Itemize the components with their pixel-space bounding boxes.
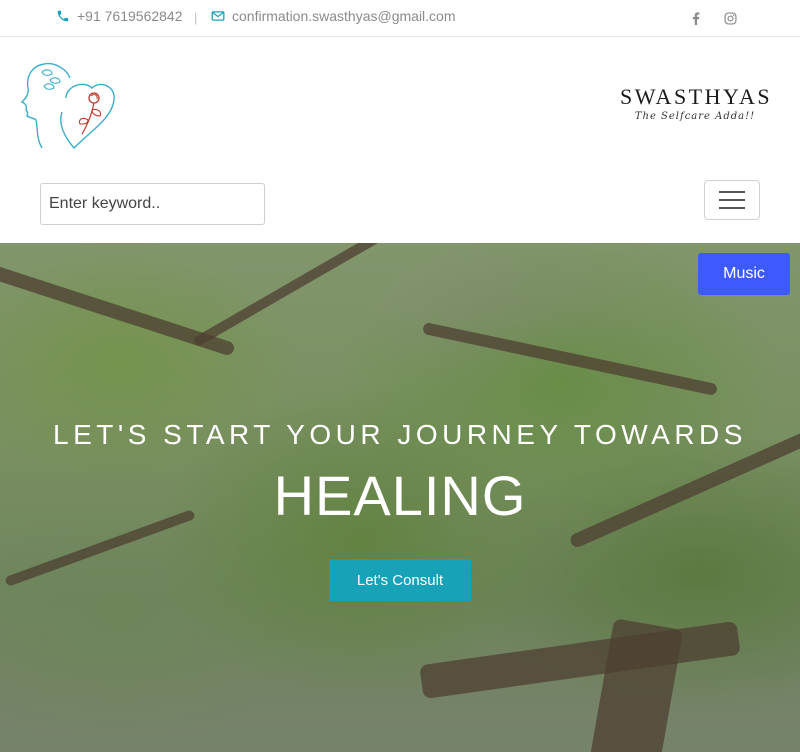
facebook-icon[interactable] <box>688 10 704 26</box>
music-button[interactable]: Music <box>698 253 790 295</box>
brand-wordmark[interactable]: SWASTHYAS The Selfcare Adda!! <box>620 84 770 122</box>
swasthyas-logo[interactable] <box>14 58 118 154</box>
hero-title: HEALING <box>273 464 527 527</box>
email-contact[interactable]: confirmation.swasthyas@gmail.com <box>211 8 456 24</box>
search-input[interactable] <box>40 183 265 225</box>
hero-subtitle: LET'S START YOUR JOURNEY TOWARDS <box>53 419 747 450</box>
lets-consult-button[interactable]: Let's Consult <box>329 559 471 601</box>
envelope-icon <box>211 11 225 21</box>
hamburger-icon <box>719 191 745 193</box>
brand-name: SWASTHYAS <box>620 84 773 109</box>
top-contact-bar: +91 7619562842 | confirmation.swasthyas@… <box>0 0 800 37</box>
email-address: confirmation.swasthyas@gmail.com <box>232 8 456 24</box>
instagram-icon[interactable] <box>722 10 738 26</box>
hamburger-menu-button[interactable] <box>704 180 760 220</box>
phone-number: +91 7619562842 <box>77 8 183 24</box>
contact-separator: | <box>194 10 198 25</box>
phone-contact[interactable]: +91 7619562842 <box>56 8 183 24</box>
brand-tagline: The Selfcare Adda!! <box>634 111 756 122</box>
phone-icon <box>57 10 69 22</box>
hero-banner: LET'S START YOUR JOURNEY TOWARDS HEALING… <box>0 243 800 752</box>
